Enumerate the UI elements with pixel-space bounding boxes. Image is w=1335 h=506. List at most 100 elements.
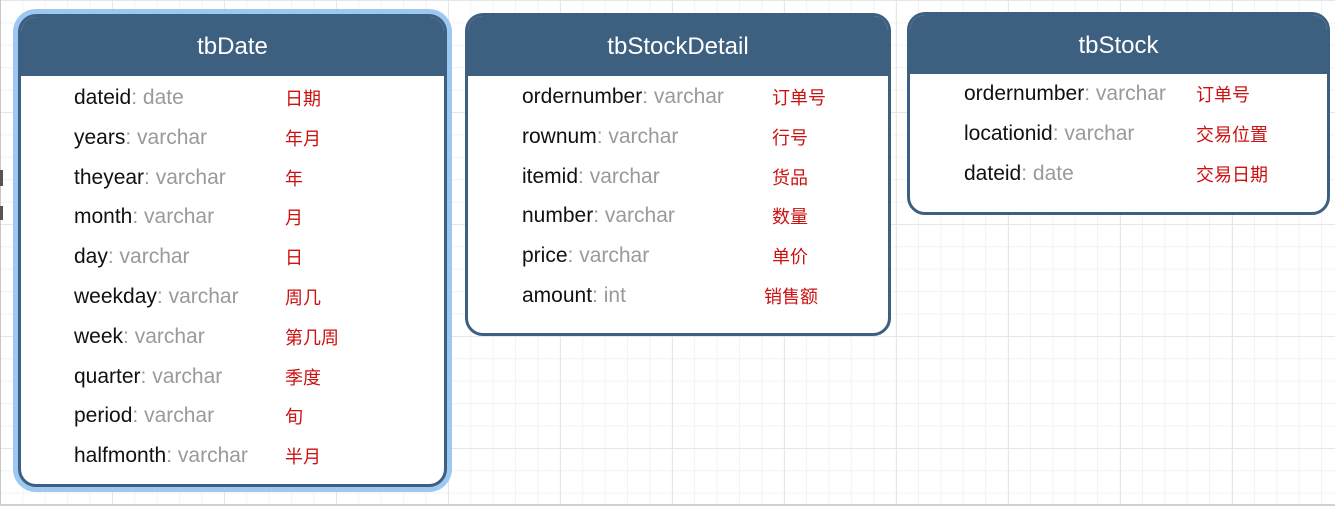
field-row[interactable]: month: varchar 月 [21,197,444,237]
field-row[interactable]: ordernumber: varchar 订单号 [910,74,1327,114]
field-name: month [74,205,133,229]
field-description: 订单号 [1196,85,1250,106]
field-name: ordernumber [964,82,1085,105]
field-name: quarter [74,364,141,388]
field-row[interactable]: day: varchar 日 [21,237,444,277]
field-separator: : [596,124,609,148]
field-type: varchar [608,124,679,148]
field-name: day [74,245,108,269]
entity-tbdate[interactable]: tbDate dateid: date 日期 years: varchar 年月… [18,14,447,487]
field-separator: : [132,404,145,428]
field-name: rownum [522,124,597,148]
field-type: varchar [119,245,190,269]
field-row[interactable]: number: varchar 数量 [468,196,888,236]
field-type: varchar [144,205,215,229]
entity-tbstock[interactable]: tbStock ordernumber: varchar 订单号 locatio… [907,12,1330,215]
field-separator: : [567,244,580,268]
field-row[interactable]: price: varchar 单价 [468,236,888,276]
field-separator: : [1021,161,1033,185]
field-row[interactable]: halfmonth: varchar 半月 [21,436,444,476]
field-row[interactable]: ordernumber: varchar 订单号 [468,77,888,117]
field-description: 销售额 [764,286,818,308]
field-type: varchar [579,244,650,268]
field-separator: : [156,284,169,308]
field-name: theyear [74,165,145,189]
field-separator: : [123,324,135,348]
field-separator: : [592,283,604,307]
field-type: varchar [155,165,226,189]
field-name: dateid [964,161,1022,185]
field-type: date [142,86,184,109]
field-separator: : [132,205,145,229]
field-row[interactable]: dateid: date 日期 [21,78,444,118]
field-name: weekday [74,284,157,308]
field-name: ordernumber [522,85,643,108]
field-description: 第几周 [285,327,339,349]
field-name: number [522,204,594,228]
field-type: varchar [653,85,724,108]
entity-header: tbStock [910,15,1327,74]
field-list: dateid: date 日期 years: varchar 年月 theyea… [21,76,444,476]
field-separator: : [593,204,605,228]
field-description: 月 [285,208,303,230]
field-type: varchar [177,444,248,468]
field-row[interactable]: week: varchar 第几周 [21,317,444,357]
field-row[interactable]: locationid: varchar 交易位置 [910,114,1327,154]
field-description: 数量 [772,207,808,229]
field-name: amount [522,283,593,307]
field-row[interactable]: years: varchar 年月 [21,118,444,158]
field-separator: : [578,164,590,188]
field-type: varchar [168,284,239,308]
field-row[interactable]: itemid: varchar 货品 [468,157,888,197]
field-description: 日 [285,248,303,270]
field-separator: : [1052,121,1065,145]
field-list: ordernumber: varchar 订单号 locationid: var… [910,74,1327,193]
field-separator: : [125,125,138,149]
field-row[interactable]: theyear: varchar 年 [21,158,444,198]
field-description: 货品 [772,167,808,189]
field-separator: : [144,165,156,189]
entity-header: tbStockDetail [468,16,888,76]
field-description: 日期 [285,89,321,110]
field-separator: : [166,444,178,468]
field-description: 交易位置 [1196,124,1268,146]
field-type: varchar [589,164,660,188]
field-name: itemid [522,164,579,188]
field-description: 半月 [285,447,321,469]
field-type: date [1032,161,1074,185]
field-name: years [74,125,126,149]
field-row[interactable]: quarter: varchar 季度 [21,357,444,397]
field-type: varchar [1095,82,1166,105]
field-row[interactable]: rownum: varchar 行号 [468,117,888,157]
field-separator: : [131,86,143,109]
field-row[interactable]: dateid: date 交易日期 [910,154,1327,194]
field-type: varchar [1064,121,1135,145]
field-description: 年 [285,168,303,190]
field-description: 行号 [772,127,808,149]
field-description: 旬 [285,407,303,429]
field-row[interactable]: weekday: varchar 周几 [21,277,444,317]
field-separator: : [140,364,153,388]
field-name: period [74,404,133,428]
field-name: week [74,324,124,348]
field-name: halfmonth [74,444,167,468]
entity-tbstockdetail[interactable]: tbStockDetail ordernumber: varchar 订单号 r… [465,13,891,336]
field-name: locationid [964,121,1053,145]
entity-header: tbDate [21,17,444,76]
field-separator: : [642,85,654,108]
field-description: 单价 [772,247,808,269]
field-type: varchar [137,125,208,149]
field-type: varchar [144,404,215,428]
field-separator: : [107,245,120,269]
field-row[interactable]: period: varchar 旬 [21,396,444,436]
field-description: 周几 [285,287,321,309]
field-type: varchar [152,364,223,388]
field-list: ordernumber: varchar 订单号 rownum: varchar… [468,76,888,316]
field-row[interactable]: amount: int 销售额 [468,276,888,316]
field-name: dateid [74,86,132,109]
left-edge-mark [0,206,3,220]
field-separator: : [1084,82,1096,105]
field-description: 年月 [285,128,321,150]
left-edge-mark [0,170,3,186]
field-type: varchar [134,324,205,348]
